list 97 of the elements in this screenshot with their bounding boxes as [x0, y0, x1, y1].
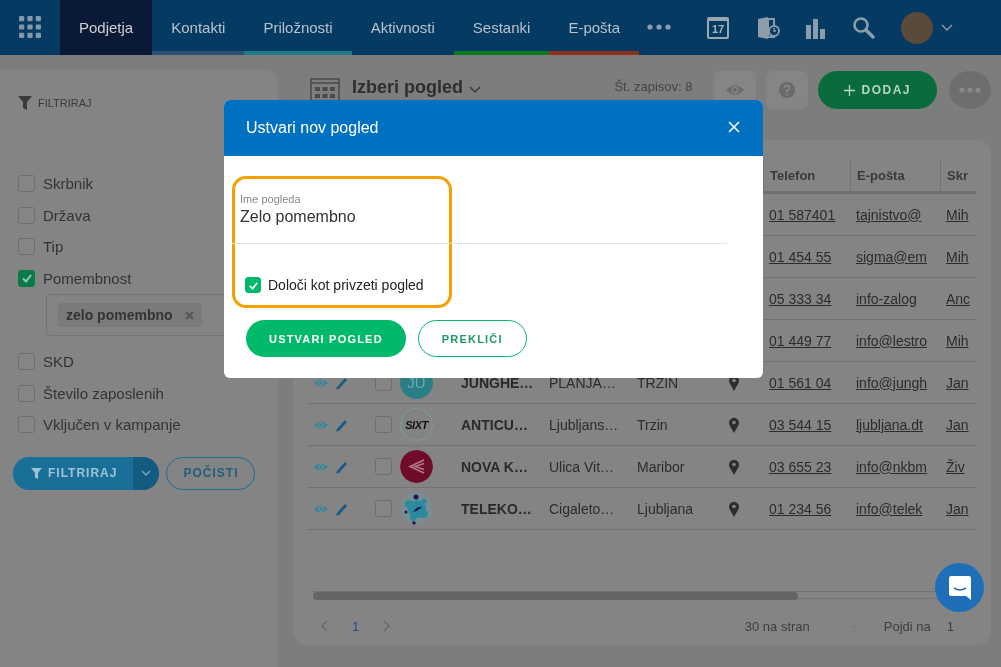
phone-link[interactable]: 01 561 04 — [763, 374, 850, 391]
page-size-selector[interactable]: 30 na stran — [744, 618, 810, 634]
filter-heading: FILTRIRAJ — [38, 97, 92, 109]
filter-label[interactable]: SKD — [43, 353, 74, 371]
search-icon[interactable] — [851, 15, 878, 40]
more-icon — [959, 87, 981, 93]
owner-link[interactable]: Jan — [940, 500, 974, 517]
funnel-icon — [31, 467, 42, 479]
tag-label: zelo pomembno — [66, 307, 173, 323]
city-cell-text: Maribor — [636, 458, 686, 475]
filter-label[interactable]: Vključen v kampanje — [43, 416, 181, 434]
email-link[interactable]: info@telek — [850, 500, 940, 517]
company-name[interactable]: ANTICU… — [455, 416, 543, 433]
owner-link[interactable]: Jan — [940, 416, 974, 433]
plus-icon — [844, 84, 856, 96]
close-icon[interactable] — [184, 310, 194, 320]
nav-tab[interactable]: Aktivnosti — [351, 0, 454, 55]
caret-icon — [141, 470, 152, 476]
nav-tab[interactable]: Podjetja — [60, 0, 153, 55]
contact-card-clock-icon[interactable] — [755, 15, 782, 40]
checkbox[interactable] — [245, 277, 261, 293]
help-icon — [777, 81, 798, 99]
more-icon[interactable] — [647, 23, 672, 31]
checkbox-label[interactable]: Določi kot privzeti pogled — [268, 277, 424, 293]
goto-label: Pojdi na — [883, 618, 931, 634]
phone-link[interactable]: 05 333 34 — [763, 290, 850, 307]
dropdown-button[interactable] — [133, 456, 160, 490]
email-link[interactable]: info@jungh — [850, 374, 940, 391]
owner-link[interactable]: Mih — [940, 332, 974, 349]
filter-label[interactable]: Tip — [43, 238, 64, 256]
pencil-icon[interactable] — [334, 375, 350, 390]
company-name[interactable]: NOVA K… — [455, 458, 543, 475]
view-name-field[interactable]: Ime pogleda Zelo pomembno — [232, 193, 727, 244]
apps-grid-icon[interactable] — [19, 16, 41, 38]
phone-link[interactable]: 01 587401 — [763, 206, 850, 223]
more-button[interactable] — [949, 71, 991, 109]
caret-icon[interactable] — [941, 23, 954, 32]
owner-link[interactable]: Mih — [940, 206, 974, 223]
nav-tab[interactable]: Kontakti — [152, 0, 245, 55]
record-count: Št. zapisov: 8 — [614, 78, 693, 94]
company-logo: SIXT — [400, 408, 433, 441]
owner-link[interactable]: Jan — [940, 374, 974, 391]
email-link[interactable]: info@nkbm — [850, 458, 940, 475]
email-link[interactable]: sigma@em — [850, 248, 940, 265]
address-cell-text: Ljubljans… — [548, 416, 620, 433]
close-icon — [728, 121, 740, 133]
phone-link[interactable]: 01 454 55 — [763, 248, 850, 265]
phone-link[interactable]: 01 234 56 — [763, 500, 850, 517]
email-link[interactable]: tajnistvo@ — [850, 206, 940, 223]
filter-label[interactable]: Število zaposlenih — [43, 384, 164, 402]
phone-link[interactable]: 03 544 15 — [763, 416, 850, 433]
filter-label[interactable]: Pomembnost — [43, 269, 132, 287]
city-cell-text: TRZIN — [636, 374, 680, 391]
company-logo-icon — [400, 492, 433, 525]
phone-link[interactable]: 03 655 23 — [763, 458, 850, 475]
goto-page-field[interactable]: 1 — [946, 618, 954, 634]
email-link[interactable]: info@lestro — [850, 332, 940, 349]
add-button[interactable]: DODAJ — [818, 71, 937, 109]
checkmark-icon — [20, 272, 33, 285]
column-header[interactable]: Skr — [940, 160, 974, 191]
filter-label[interactable]: Država — [43, 206, 91, 224]
phone-link[interactable]: 01 449 77 — [763, 332, 850, 349]
column-header[interactable]: E-pošta — [850, 160, 940, 191]
owner-link[interactable]: Anc — [940, 290, 974, 307]
city-cell-text: Ljubljana — [636, 500, 695, 517]
owner-link[interactable]: Živ — [940, 458, 974, 475]
company-name[interactable]: TELEKO… — [455, 500, 543, 517]
company-name[interactable]: JUNGHE… — [455, 374, 543, 391]
chevron-right-icon[interactable] — [383, 620, 392, 632]
nav-tab[interactable]: E-pošta — [549, 0, 640, 55]
dialog-title: Ustvari nov pogled — [246, 119, 380, 137]
user-avatar[interactable] — [901, 11, 934, 44]
calendar-button[interactable]: 17 — [707, 16, 730, 39]
address-cell-text: Ulica Vit… — [548, 458, 616, 475]
funnel-icon — [18, 96, 32, 110]
view-selector[interactable]: Izberi pogled — [352, 76, 463, 98]
company-logo-icon — [400, 450, 433, 483]
nav-tab[interactable]: Sestanki — [453, 0, 550, 55]
chat-bubble-icon — [947, 574, 972, 601]
close-button[interactable] — [727, 121, 741, 135]
city-cell-text: Trzin — [636, 416, 669, 433]
checkmark-icon — [247, 279, 259, 291]
scrollbar-thumb[interactable] — [313, 592, 798, 600]
page-number[interactable]: 1 — [352, 618, 360, 634]
create-view-button[interactable]: USTVARI POGLED — [246, 320, 406, 357]
address-cell-text: PLANJA… — [548, 374, 617, 391]
cancel-button[interactable]: PREKLIČI — [417, 320, 527, 357]
owner-link[interactable]: Mih — [940, 248, 974, 265]
checkbox[interactable] — [18, 269, 35, 287]
email-link[interactable]: info-zalog — [850, 290, 940, 307]
filter-label[interactable]: Skrbnik — [43, 175, 94, 193]
chevron-left-icon[interactable] — [320, 620, 328, 632]
email-link[interactable]: ljubljana.dt — [850, 416, 940, 433]
help-button[interactable] — [766, 71, 809, 109]
caret-icon[interactable] — [469, 86, 481, 94]
nav-tab[interactable]: Priložnosti — [244, 0, 352, 55]
address-cell-text: Cigaleto… — [548, 500, 616, 517]
